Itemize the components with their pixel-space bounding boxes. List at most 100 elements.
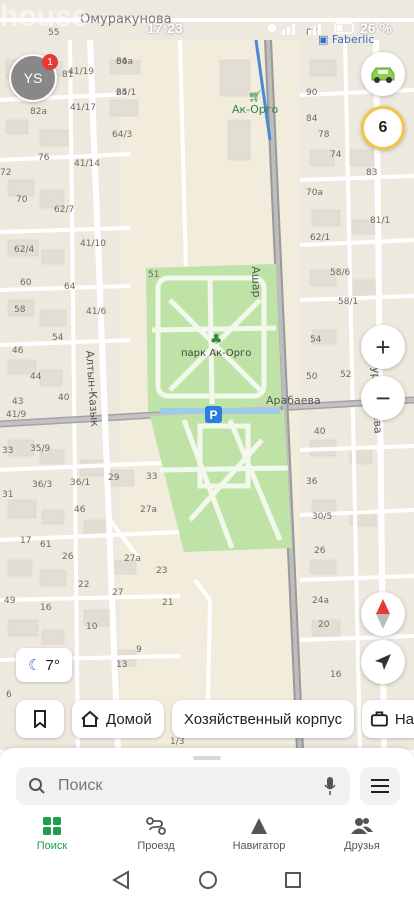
house-number: 62/1 [310, 233, 331, 243]
house-number: 6 [6, 690, 12, 700]
house-number: 27a [124, 554, 141, 564]
plus-icon: + [375, 331, 391, 362]
home-chip[interactable]: Домой [72, 700, 164, 738]
search-input[interactable]: Поиск [16, 767, 350, 805]
zoom-out-button[interactable]: − [361, 376, 405, 420]
house-number: 35/9 [30, 444, 51, 454]
house-number: 70a [306, 188, 323, 198]
house-number: 25 [116, 88, 128, 98]
house-number: 40 [58, 393, 70, 403]
house-number: 61 [40, 540, 52, 550]
place-chip-label: Хозяйственный корпус [183, 710, 343, 728]
map-canvas [0, 0, 414, 750]
avatar-initials: YS [23, 70, 43, 86]
park-tree-icon: ♣ [209, 332, 223, 348]
poi-ak-orgo[interactable]: 🛒︎ Ак-Орго [232, 90, 278, 116]
bottom-sheet: Поиск Поиск Проезд Навигатор Друзья [0, 748, 414, 900]
park-label: парк Ак-Орго [181, 348, 252, 359]
house-number: 23 [156, 566, 168, 576]
tab-friends[interactable]: Друзья [312, 816, 412, 852]
work-chip[interactable]: На [362, 700, 414, 738]
friends-icon [351, 818, 373, 834]
house-number: 50 [306, 372, 318, 382]
house-number: 36 [306, 477, 318, 487]
car-button[interactable] [361, 52, 405, 96]
map-view[interactable]: 64 64/1 64/3 41/19 41/17 41/14 82a 76 72 70 62/7 62… [0, 0, 414, 750]
poi-park-ak-orgo[interactable]: ♣ парк Ак-Орго [181, 332, 251, 359]
place-chip[interactable]: Хозяйственный корпус [172, 700, 354, 738]
house-number: 26 [62, 552, 74, 562]
tab-search-label: Поиск [36, 840, 68, 852]
house-number: 27 [112, 588, 124, 598]
house-number: 76 [38, 153, 50, 163]
quick-chips: Домой Хозяйственный корпус На [0, 700, 414, 740]
menu-button[interactable] [360, 767, 400, 805]
weather-widget[interactable]: ☾ 7° [16, 648, 72, 682]
house-number: 33 [2, 446, 14, 456]
cart-icon: 🛒︎ [248, 90, 263, 103]
status-bar: house 17:23 26 % [0, 0, 414, 40]
house-number: 41/17 [70, 103, 96, 113]
house-number: 83 [366, 168, 378, 178]
house-number: 58/6 [330, 268, 351, 278]
my-location-button[interactable] [361, 640, 405, 684]
house-number: 46 [74, 505, 86, 515]
house-number: 58 [14, 305, 26, 315]
hamburger-icon [371, 779, 389, 793]
battery-level: 26 % [360, 20, 392, 36]
notification-badge: 1 [42, 54, 58, 70]
house-number: 21 [162, 598, 174, 608]
house-number: 29 [108, 473, 120, 483]
house-number: 82a [30, 107, 47, 117]
house-number: 16 [330, 670, 342, 680]
tab-search[interactable]: Поиск [2, 816, 102, 852]
recents-icon[interactable] [284, 871, 302, 889]
moon-cloud-icon: ☾ [28, 657, 42, 674]
battery-icon [334, 22, 354, 34]
house-number: 30/5 [312, 512, 333, 522]
system-nav-bar [0, 860, 414, 900]
house-number: 84 [306, 114, 318, 124]
compass-button[interactable] [361, 592, 405, 636]
house-number: 13 [116, 660, 128, 670]
house-number: 43 [12, 397, 24, 407]
navigator-icon [251, 818, 267, 834]
speed-limit-badge: 6 [361, 106, 405, 150]
house-number: 49 [4, 596, 16, 606]
house-number: 17 [20, 536, 32, 546]
house-number: 27a [140, 505, 157, 515]
tab-navigator[interactable]: Навигатор [209, 816, 309, 852]
speed-limit-value: 6 [378, 119, 388, 136]
watermark: house [0, 0, 89, 33]
back-icon[interactable] [112, 870, 130, 890]
sheet-handle[interactable] [193, 756, 221, 760]
tab-navigator-label: Навигатор [232, 840, 286, 852]
house-number: 10 [86, 622, 98, 632]
house-number: 51 [148, 270, 160, 280]
search-placeholder: Поиск [58, 777, 103, 794]
microphone-icon[interactable] [324, 777, 336, 795]
street-label-ashar: Ашар [249, 266, 264, 298]
house-number: 31 [2, 490, 14, 500]
house-number: 20 [318, 620, 330, 630]
house-number: 72 [0, 168, 12, 178]
profile-avatar[interactable]: YS 1 [9, 54, 58, 102]
parking-icon[interactable]: P [205, 406, 222, 423]
house-number: 74 [330, 150, 342, 160]
tab-route-label: Проезд [137, 840, 175, 852]
route-icon [146, 817, 166, 835]
house-number: 9 [136, 645, 142, 655]
home-chip-label: Домой [106, 710, 152, 728]
house-number: 81/1 [370, 216, 391, 226]
tab-route[interactable]: Проезд [106, 816, 206, 852]
house-number: 36/3 [32, 480, 53, 490]
bookmarks-chip[interactable] [16, 700, 64, 738]
home-circle-icon[interactable] [198, 870, 218, 890]
zoom-in-button[interactable]: + [361, 325, 405, 369]
bottom-tabs: Поиск Проезд Навигатор Друзья [0, 816, 414, 856]
house-number: 36a [116, 57, 133, 67]
grid-icon [43, 817, 61, 835]
search-icon [29, 778, 45, 794]
house-number: 16 [40, 603, 52, 613]
status-time: 17:23 [147, 20, 183, 36]
